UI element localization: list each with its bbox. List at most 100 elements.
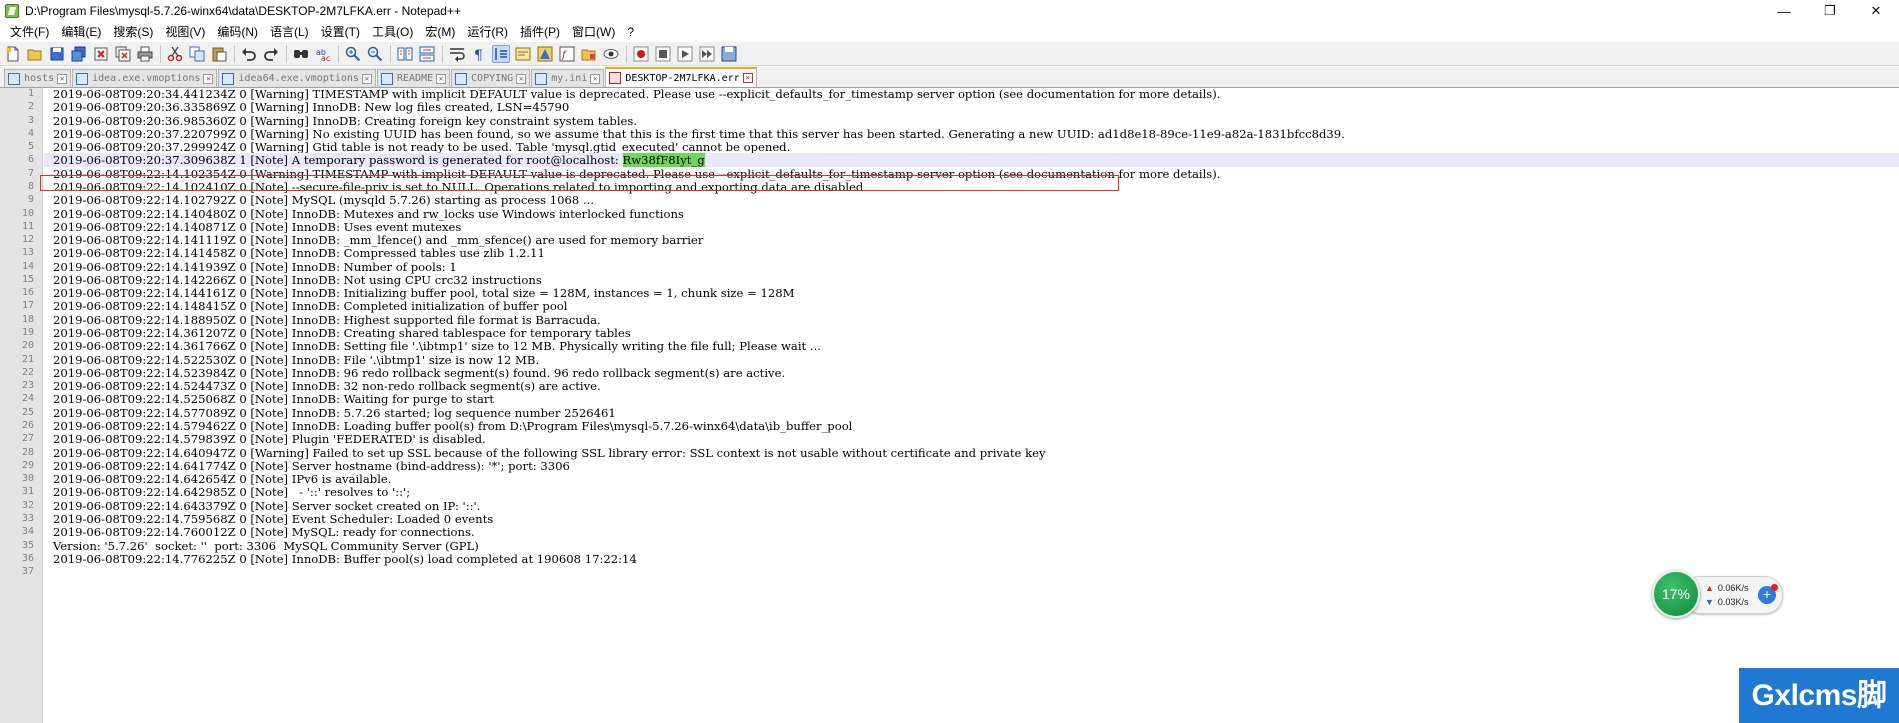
- sync-horizontal-icon[interactable]: [418, 45, 436, 63]
- code-line[interactable]: 2019-06-08T09:22:14.577089Z 0 [Note] Inn…: [44, 406, 1899, 420]
- code-line[interactable]: 2019-06-08T09:22:14.776225Z 0 [Note] Inn…: [44, 552, 1899, 566]
- run-macro-multiple-icon[interactable]: [698, 45, 716, 63]
- code-line[interactable]: 2019-06-08T09:20:36.335869Z 0 [Warning] …: [44, 100, 1899, 114]
- code-line[interactable]: 2019-06-08T09:22:14.148415Z 0 [Note] Inn…: [44, 299, 1899, 313]
- menu-edit[interactable]: 编辑(E): [55, 22, 107, 42]
- tab-readme[interactable]: README ✕: [376, 69, 451, 87]
- tab-idea-vmoptions[interactable]: idea.exe.vmoptions ✕: [72, 69, 218, 87]
- close-tab-icon[interactable]: ✕: [516, 73, 527, 84]
- code-line[interactable]: 2019-06-08T09:22:14.361766Z 0 [Note] Inn…: [44, 339, 1899, 353]
- save-macro-icon[interactable]: [720, 45, 738, 63]
- menu-file[interactable]: 文件(F): [4, 22, 55, 42]
- code-line[interactable]: 2019-06-08T09:20:36.985360Z 0 [Warning] …: [44, 114, 1899, 128]
- record-macro-icon[interactable]: [632, 45, 650, 63]
- code-line[interactable]: 2019-06-08T09:22:14.141939Z 0 [Note] Inn…: [44, 260, 1899, 274]
- redo-icon[interactable]: [262, 45, 280, 63]
- tab-hosts[interactable]: hosts ✕: [4, 69, 72, 87]
- replace-icon[interactable]: ab ac: [314, 45, 332, 63]
- code-line[interactable]: 2019-06-08T09:22:14.141119Z 0 [Note] Inn…: [44, 233, 1899, 247]
- tab-copying[interactable]: COPYING ✕: [451, 69, 531, 87]
- code-line[interactable]: 2019-06-08T09:22:14.144161Z 0 [Note] Inn…: [44, 286, 1899, 300]
- menu-encoding[interactable]: 编码(N): [211, 22, 264, 42]
- code-line[interactable]: 2019-06-08T09:22:14.579839Z 0 [Note] Plu…: [44, 432, 1899, 446]
- cut-icon[interactable]: [166, 45, 184, 63]
- menu-settings[interactable]: 设置(T): [315, 22, 366, 42]
- code-line[interactable]: 2019-06-08T09:22:14.102354Z 0 [Warning] …: [44, 167, 1899, 181]
- document-map-icon[interactable]: [536, 45, 554, 63]
- save-icon[interactable]: [48, 45, 66, 63]
- code-line[interactable]: 2019-06-08T09:22:14.141458Z 0 [Note] Inn…: [44, 246, 1899, 260]
- menu-view[interactable]: 视图(V): [159, 22, 211, 42]
- close-tab-icon[interactable]: ✕: [436, 73, 447, 84]
- code-line[interactable]: 2019-06-08T09:22:14.759568Z 0 [Note] Eve…: [44, 512, 1899, 526]
- restore-button[interactable]: ❐: [1807, 0, 1853, 22]
- code-line[interactable]: 2019-06-08T09:22:14.188950Z 0 [Note] Inn…: [44, 313, 1899, 327]
- monitoring-icon[interactable]: [602, 45, 620, 63]
- code-line[interactable]: 2019-06-08T09:22:14.642654Z 0 [Note] IPv…: [44, 472, 1899, 486]
- menu-search[interactable]: 搜索(S): [107, 22, 159, 42]
- code-line[interactable]: 2019-06-08T09:22:14.524473Z 0 [Note] Inn…: [44, 379, 1899, 393]
- close-button[interactable]: ✕: [1853, 0, 1899, 22]
- folder-workspace-icon[interactable]: [580, 45, 598, 63]
- menu-tools[interactable]: 工具(O): [366, 22, 419, 42]
- code-line[interactable]: 2019-06-08T09:22:14.102792Z 0 [Note] MyS…: [44, 193, 1899, 207]
- menu-help[interactable]: ?: [621, 22, 640, 42]
- minimize-button[interactable]: —: [1761, 0, 1807, 22]
- paste-icon[interactable]: [210, 45, 228, 63]
- code-line[interactable]: 2019-06-08T09:22:14.140871Z 0 [Note] Inn…: [44, 220, 1899, 234]
- function-list-icon[interactable]: f: [558, 45, 576, 63]
- text-area[interactable]: 2019-06-08T09:20:34.441234Z 0 [Warning] …: [44, 87, 1899, 723]
- tab-my-ini[interactable]: my.ini ✕: [531, 69, 605, 87]
- code-line[interactable]: 2019-06-08T09:20:37.220799Z 0 [Warning] …: [44, 127, 1899, 141]
- user-language-icon[interactable]: [514, 45, 532, 63]
- close-all-icon[interactable]: [114, 45, 132, 63]
- close-tab-icon[interactable]: ✕: [361, 73, 372, 84]
- find-icon[interactable]: [292, 45, 310, 63]
- save-all-icon[interactable]: [70, 45, 88, 63]
- code-line[interactable]: 2019-06-08T09:22:14.140480Z 0 [Note] Inn…: [44, 207, 1899, 221]
- copy-icon[interactable]: [188, 45, 206, 63]
- close-tab-icon[interactable]: ✕: [742, 73, 753, 83]
- word-wrap-icon[interactable]: [448, 45, 466, 63]
- open-file-icon[interactable]: [26, 45, 44, 63]
- code-line[interactable]: 2019-06-08T09:22:14.641774Z 0 [Note] Ser…: [44, 459, 1899, 473]
- zoom-in-icon[interactable]: [344, 45, 362, 63]
- menu-plugins[interactable]: 插件(P): [514, 22, 566, 42]
- menu-window[interactable]: 窗口(W): [566, 22, 621, 42]
- code-line[interactable]: 2019-06-08T09:22:14.642985Z 0 [Note] - '…: [44, 485, 1899, 499]
- new-file-icon[interactable]: [4, 45, 22, 63]
- code-line[interactable]: 2019-06-08T09:22:14.142266Z 0 [Note] Inn…: [44, 273, 1899, 287]
- code-line[interactable]: 2019-06-08T09:22:14.523984Z 0 [Note] Inn…: [44, 366, 1899, 380]
- code-line[interactable]: 2019-06-08T09:22:14.760012Z 0 [Note] MyS…: [44, 525, 1899, 539]
- code-line[interactable]: 2019-06-08T09:22:14.640947Z 0 [Warning] …: [44, 446, 1899, 460]
- close-tab-icon[interactable]: ✕: [57, 73, 68, 84]
- current-line[interactable]: 2019-06-08T09:20:37.309638Z 1 [Note] A t…: [44, 153, 1899, 168]
- menu-macro[interactable]: 宏(M): [419, 22, 461, 42]
- menu-run[interactable]: 运行(R): [461, 22, 514, 42]
- code-line[interactable]: 2019-06-08T09:22:14.525068Z 0 [Note] Inn…: [44, 392, 1899, 406]
- memory-usage-ball[interactable]: 17%: [1652, 570, 1700, 618]
- menu-language[interactable]: 语言(L): [264, 22, 315, 42]
- code-line[interactable]: 2019-06-08T09:22:14.522530Z 0 [Note] Inn…: [44, 353, 1899, 367]
- stop-macro-icon[interactable]: [654, 45, 672, 63]
- code-line[interactable]: 2019-06-08T09:22:14.102410Z 0 [Note] --s…: [44, 180, 1899, 194]
- close-file-icon[interactable]: [92, 45, 110, 63]
- indent-guide-icon[interactable]: [492, 44, 510, 63]
- zoom-out-icon[interactable]: [366, 45, 384, 63]
- accelerate-plus-icon[interactable]: +: [1758, 584, 1778, 604]
- code-line[interactable]: [44, 565, 1899, 579]
- code-line[interactable]: 2019-06-08T09:22:14.579462Z 0 [Note] Inn…: [44, 419, 1899, 433]
- print-icon[interactable]: [136, 45, 154, 63]
- code-line[interactable]: 2019-06-08T09:22:14.643379Z 0 [Note] Ser…: [44, 499, 1899, 513]
- close-tab-icon[interactable]: ✕: [203, 73, 214, 84]
- sync-vertical-icon[interactable]: [396, 45, 414, 63]
- code-line[interactable]: Version: '5.7.26' socket: '' port: 3306 …: [44, 539, 1899, 553]
- network-monitor-widget[interactable]: ▲ 0.06K/s ▼ 0.03K/s + 17%: [1652, 570, 1783, 618]
- tab-idea64-vmoptions[interactable]: idea64.exe.vmoptions ✕: [218, 69, 376, 87]
- show-all-chars-icon[interactable]: ¶: [470, 45, 488, 63]
- code-line[interactable]: 2019-06-08T09:20:34.441234Z 0 [Warning] …: [44, 87, 1899, 101]
- undo-icon[interactable]: [240, 45, 258, 63]
- close-tab-icon[interactable]: ✕: [590, 73, 601, 84]
- tab-desktop-err[interactable]: DESKTOP-2M7LFKA.err ✕: [605, 67, 757, 87]
- play-macro-icon[interactable]: [676, 45, 694, 63]
